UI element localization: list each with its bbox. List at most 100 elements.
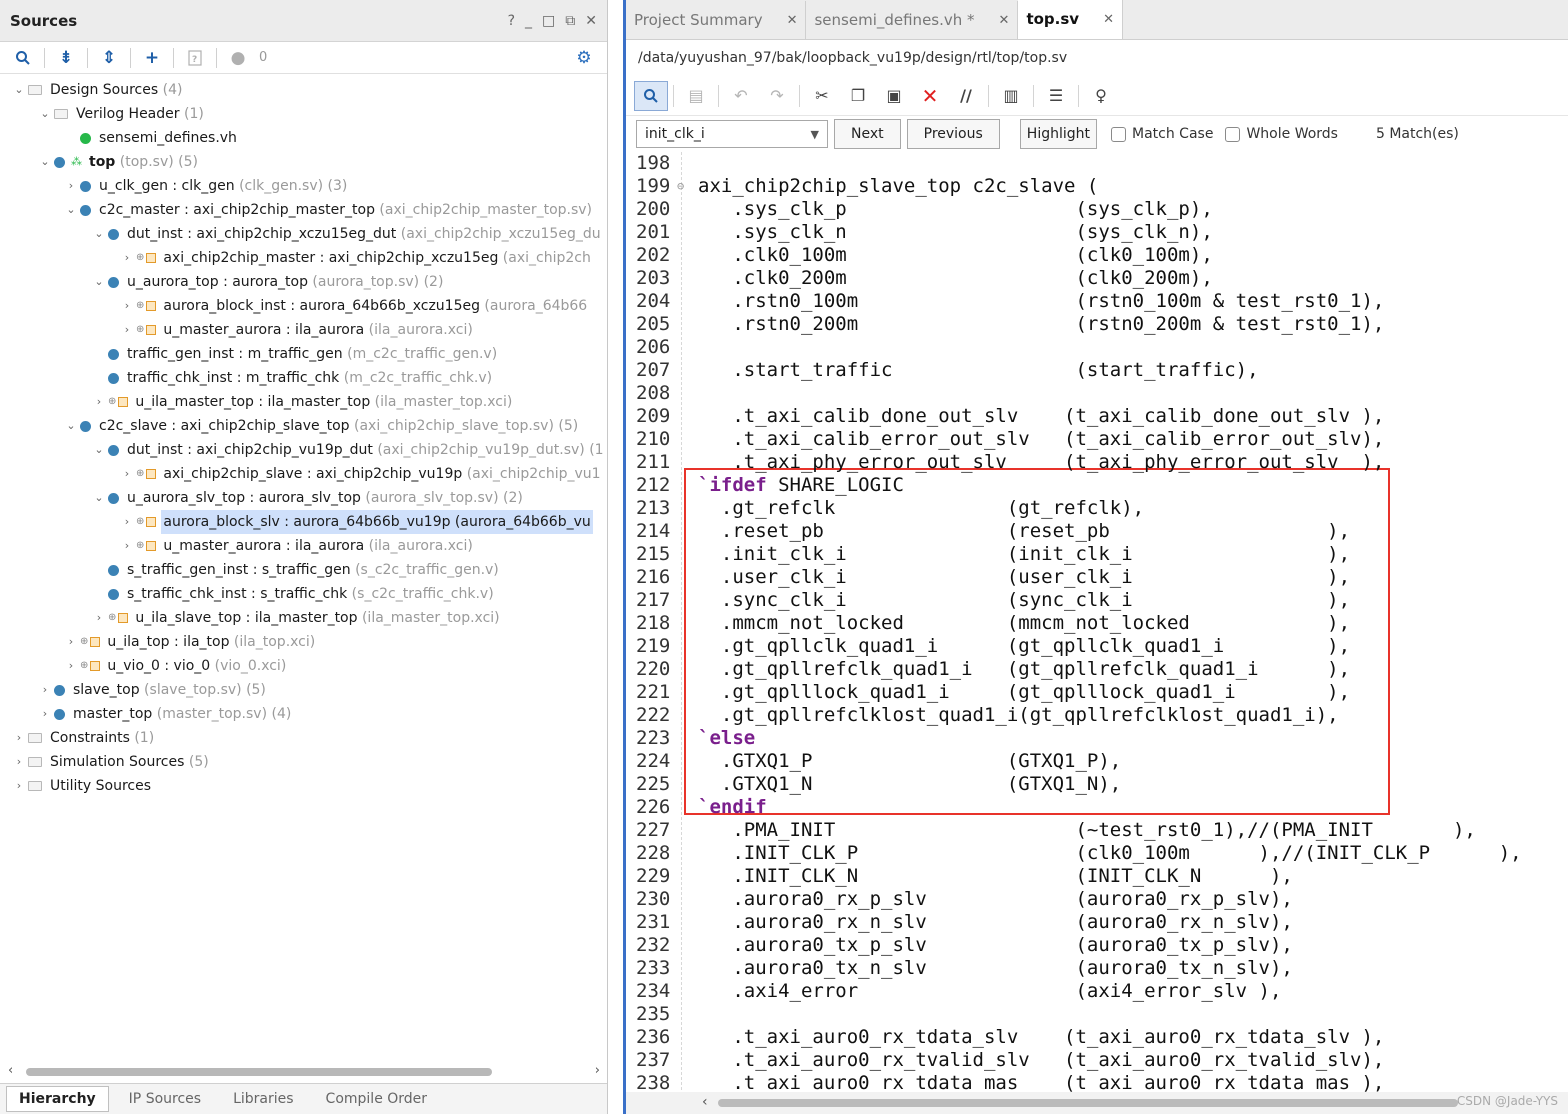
tree-node[interactable]: › master_top (master_top.sv) (4)	[38, 702, 607, 726]
tab-sensemi-defines[interactable]: sensemi_defines.vh * ✕	[806, 1, 1019, 39]
find-input[interactable]: init_clk_i ▼	[636, 120, 828, 148]
tab-ip-sources[interactable]: IP Sources	[117, 1087, 213, 1111]
tree-horizontal-scrollbar[interactable]: ‹ ›	[0, 1062, 607, 1082]
maximize-icon[interactable]: □	[542, 13, 555, 29]
tree-node[interactable]: traffic_chk_inst : m_traffic_chk (m_c2c_…	[92, 366, 607, 390]
fold-icon[interactable]: ⊖	[677, 179, 684, 193]
redo-icon[interactable]: ↷	[760, 81, 794, 111]
match-case-checkbox[interactable]: Match Case	[1111, 126, 1213, 142]
minimize-icon[interactable]: _	[525, 13, 532, 29]
delete-icon[interactable]: ✕	[913, 81, 947, 111]
tree-node[interactable]: › Simulation Sources (5)	[12, 750, 607, 774]
tree-node[interactable]: › slave_top (slave_top.sv) (5)	[38, 678, 607, 702]
chevron-right-icon[interactable]: ›	[120, 294, 134, 318]
close-tab-icon[interactable]: ✕	[787, 13, 798, 28]
chevron-right-icon[interactable]: ›	[120, 510, 134, 534]
whole-words-checkbox[interactable]: Whole Words	[1225, 126, 1338, 142]
tree-node[interactable]: › Constraints (1)	[12, 726, 607, 750]
expand-all-icon[interactable]: ⇕	[94, 45, 124, 71]
gear-icon[interactable]: ⚙	[569, 45, 599, 71]
tree-node[interactable]: ⌄ c2c_master : axi_chip2chip_master_top (…	[64, 198, 607, 222]
chevron-down-icon[interactable]: ⌄	[92, 486, 106, 510]
chevron-right-icon[interactable]: ›	[38, 678, 52, 702]
chevron-right-icon[interactable]: ›	[64, 174, 78, 198]
chevron-right-icon[interactable]: ›	[120, 318, 134, 342]
tree-node[interactable]: › ⊕ aurora_block_slv : aurora_64b66b_vu19p…	[120, 510, 607, 534]
copy-icon[interactable]: ❐	[841, 81, 875, 111]
chevron-right-icon[interactable]: ›	[64, 630, 78, 654]
tree-node[interactable]: traffic_gen_inst : m_traffic_gen (m_c2c_…	[92, 342, 607, 366]
tree-node[interactable]: ⌄ u_aurora_top : aurora_top (aurora_top.s…	[92, 270, 607, 294]
tree-node[interactable]: ⌄ u_aurora_slv_top : aurora_slv_top (auro…	[92, 486, 607, 510]
tree-node[interactable]: › ⊕ u_master_aurora : ila_aurora (ila_auro…	[120, 534, 607, 558]
tab-hierarchy[interactable]: Hierarchy	[6, 1086, 109, 1112]
next-button[interactable]: Next	[834, 119, 901, 149]
chevron-right-icon[interactable]: ›	[120, 534, 134, 558]
chevron-right-icon[interactable]: ›	[92, 390, 106, 414]
tree-node[interactable]: ⌄ c2c_slave : axi_chip2chip_slave_top (ax…	[64, 414, 607, 438]
tree-node[interactable]: › Utility Sources	[12, 774, 607, 798]
paste-icon[interactable]: ▣	[877, 81, 911, 111]
scroll-thumb[interactable]	[718, 1099, 1458, 1107]
add-sources-icon[interactable]: +	[137, 45, 167, 71]
chevron-right-icon[interactable]: ›	[12, 774, 26, 798]
checkbox-box[interactable]	[1111, 126, 1127, 142]
tab-compile-order[interactable]: Compile Order	[314, 1087, 440, 1111]
float-icon[interactable]: ⧉	[565, 13, 575, 29]
tree-node[interactable]: › ⊕ u_master_aurora : ila_aurora (ila_auro…	[120, 318, 607, 342]
chevron-down-icon[interactable]: ⌄	[38, 150, 52, 174]
tree-node[interactable]: › ⊕ aurora_block_inst : aurora_64b66b_xczu…	[120, 294, 607, 318]
tree-node[interactable]: › ⊕ u_vio_0 : vio_0 (vio_0.xci)	[64, 654, 607, 678]
checkbox-box[interactable]	[1225, 126, 1241, 142]
chevron-right-icon[interactable]: ›	[120, 246, 134, 270]
lightbulb-icon[interactable]: ♀	[1084, 81, 1118, 111]
close-tab-icon[interactable]: ✕	[999, 13, 1010, 28]
highlight-button[interactable]: Highlight	[1019, 119, 1098, 149]
properties-icon[interactable]: ?	[180, 45, 210, 71]
search-icon[interactable]	[8, 45, 38, 71]
chevron-right-icon[interactable]: ›	[92, 606, 106, 630]
tab-libraries[interactable]: Libraries	[221, 1087, 305, 1111]
scroll-thumb[interactable]	[26, 1068, 492, 1076]
chevron-down-icon[interactable]: ⌄	[92, 438, 106, 462]
scroll-left-icon[interactable]: ‹	[8, 1063, 13, 1078]
chevron-right-icon[interactable]: ›	[120, 462, 134, 486]
tree-node[interactable]: sensemi_defines.vh	[64, 126, 607, 150]
close-tab-icon[interactable]: ✕	[1103, 12, 1114, 27]
chevron-right-icon[interactable]: ›	[38, 702, 52, 726]
tree-node[interactable]: s_traffic_chk_inst : s_traffic_chk (s_c2…	[92, 582, 607, 606]
tree-node[interactable]: › ⊕ u_ila_master_top : ila_master_top (ila…	[92, 390, 607, 414]
search-icon[interactable]	[634, 80, 668, 111]
chevron-down-icon[interactable]: ⌄	[12, 78, 26, 102]
chevron-right-icon[interactable]: ›	[64, 654, 78, 678]
scroll-right-icon[interactable]: ›	[595, 1063, 600, 1078]
tree-node[interactable]: ⌄ dut_inst : axi_chip2chip_vu19p_dut (axi…	[92, 438, 607, 462]
collapse-all-icon[interactable]: ⇟	[51, 45, 81, 71]
tab-project-summary[interactable]: Project Summary ✕	[626, 1, 807, 39]
chevron-down-icon[interactable]: ▼	[811, 128, 819, 141]
tree-node[interactable]: › ⊕ axi_chip2chip_master : axi_chip2chip_x…	[120, 246, 607, 270]
tab-top-sv[interactable]: top.sv ✕	[1018, 0, 1123, 39]
comment-icon[interactable]: //	[949, 81, 983, 111]
chevron-down-icon[interactable]: ⌄	[38, 102, 52, 126]
chevron-right-icon[interactable]: ›	[12, 726, 26, 750]
undo-icon[interactable]: ↶	[724, 81, 758, 111]
editor-horizontal-scrollbar[interactable]: ‹ CSDN @Jade-YYS	[626, 1092, 1568, 1114]
chevron-down-icon[interactable]: ⌄	[92, 270, 106, 294]
tree-node[interactable]: s_traffic_gen_inst : s_traffic_gen (s_c2…	[92, 558, 607, 582]
cut-icon[interactable]: ✂	[805, 81, 839, 111]
save-icon[interactable]: ▤	[679, 81, 713, 111]
tree-node[interactable]: ⌄ Verilog Header (1)	[38, 102, 607, 126]
help-icon[interactable]: ?	[508, 13, 515, 29]
close-icon[interactable]: ✕	[585, 13, 597, 29]
chevron-right-icon[interactable]: ›	[12, 750, 26, 774]
chevron-down-icon[interactable]: ⌄	[92, 222, 106, 246]
tree-node[interactable]: › u_clk_gen : clk_gen (clk_gen.sv) (3)	[64, 174, 607, 198]
tree-node[interactable]: ⌄ dut_inst : axi_chip2chip_xczu15eg_dut (…	[92, 222, 607, 246]
previous-button[interactable]: Previous	[906, 119, 1000, 149]
tree-node[interactable]: › ⊕ axi_chip2chip_slave : axi_chip2chip_vu…	[120, 462, 607, 486]
column-select-icon[interactable]: ▥	[994, 81, 1028, 111]
tree-node[interactable]: › ⊕ u_ila_slave_top : ila_master_top (ila_…	[92, 606, 607, 630]
tree-node[interactable]: ⌄ ⁂ top (top.sv) (5)	[38, 150, 607, 174]
indent-icon[interactable]: ☰	[1039, 81, 1073, 111]
